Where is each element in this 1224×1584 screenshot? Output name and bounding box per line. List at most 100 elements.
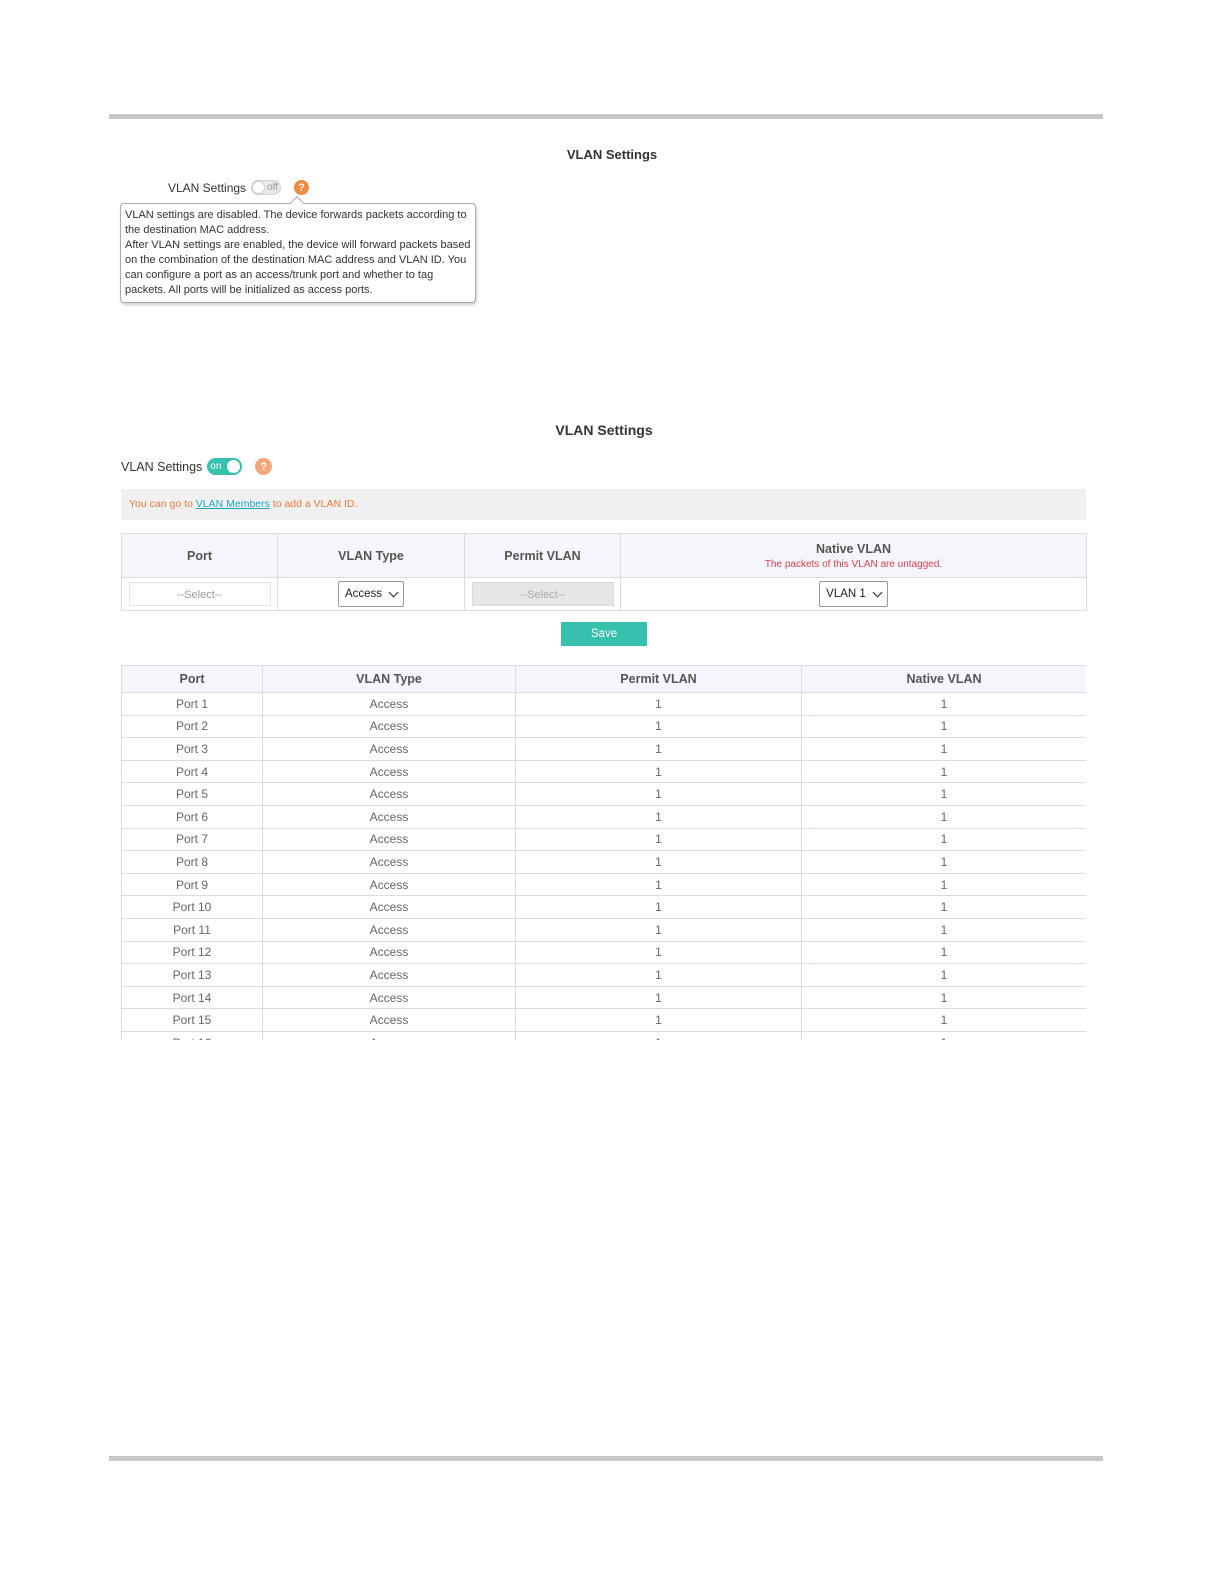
table-row: Port 11 Access 1 1	[121, 917, 1086, 942]
toggle-state-text: off	[267, 182, 279, 193]
config-input-row: --Select-- Access --Select-- VLAN 1	[121, 577, 1087, 611]
cell-permit-vlan: 1	[515, 759, 802, 784]
cell-vlan-type: Access	[262, 759, 516, 784]
notice-suffix: to add a VLAN ID.	[269, 498, 358, 510]
cell-permit-vlan: 1	[515, 1030, 802, 1040]
table-row: Port 7 Access 1 1	[121, 827, 1086, 852]
cell-vlan-type: Access	[262, 917, 516, 942]
help-icon[interactable]: ?	[294, 180, 310, 195]
vlan-type-dropdown[interactable]: Access	[337, 581, 405, 607]
cell-native-vlan: 1	[801, 714, 1086, 739]
cell-port: Port 13	[121, 963, 263, 987]
cell-port: Port 9	[121, 872, 263, 897]
list-body: Port 1 Access 1 1 Port 2 Access 1 1 Port 3 Access…	[121, 692, 1086, 1040]
tooltip-line-1: VLAN settings are disabled. The device f…	[125, 209, 467, 236]
cell-port: Port 7	[121, 827, 263, 852]
cell-permit-vlan: 1	[515, 714, 802, 739]
table-row: Port 14 Access 1 1	[121, 985, 1086, 1010]
port-select[interactable]: --Select--	[128, 582, 271, 606]
list-header-vlan-type: VLAN Type	[262, 665, 516, 693]
vlan-type-value: Access	[344, 588, 383, 600]
cell-native-vlan: 1	[801, 872, 1086, 897]
cell-port: Port 6	[121, 804, 263, 829]
port-vlan-list-viewport[interactable]: Port VLAN Type Permit VLAN Native VLAN P…	[121, 665, 1086, 1040]
vlan-settings-label: VLAN Settings	[168, 180, 247, 195]
port-cell: --Select--	[121, 577, 278, 611]
cell-vlan-type: Access	[262, 737, 516, 761]
config-header-permit-vlan: Permit VLAN	[464, 533, 621, 578]
cell-native-vlan: 1	[801, 737, 1086, 761]
top-rule	[109, 114, 1103, 119]
bottom-rule	[109, 1456, 1103, 1461]
vlan-settings-toggle-on[interactable]: on	[207, 458, 243, 475]
config-header-vlan-type: VLAN Type	[277, 533, 465, 578]
chevron-down-icon	[872, 587, 883, 598]
cell-permit-vlan: 1	[515, 917, 802, 942]
cell-port: Port 1	[121, 692, 263, 716]
cell-permit-vlan: 1	[515, 940, 802, 965]
cell-permit-vlan: 1	[515, 1008, 802, 1032]
tooltip-line-2: After VLAN settings are enabled, the dev…	[125, 239, 471, 296]
cell-port: Port 15	[121, 1008, 263, 1032]
cell-native-vlan: 1	[801, 692, 1086, 716]
cell-permit-vlan: 1	[515, 895, 802, 919]
cell-native-vlan: 1	[801, 917, 1086, 942]
table-row: Port 3 Access 1 1	[121, 737, 1086, 761]
port-vlan-list-table: Port VLAN Type Permit VLAN Native VLAN P…	[121, 665, 1086, 1040]
config-header-row: Port VLAN Type Permit VLAN Native VLAN T…	[121, 533, 1087, 578]
help-icon[interactable]: ?	[255, 458, 273, 475]
cell-port: Port 2	[121, 714, 263, 739]
cell-vlan-type: Access	[262, 1030, 516, 1040]
table-row: Port 8 Access 1 1	[121, 850, 1086, 874]
table-row: Port 10 Access 1 1	[121, 895, 1086, 919]
cell-vlan-type: Access	[262, 1008, 516, 1032]
cell-permit-vlan: 1	[515, 737, 802, 761]
cell-port: Port 3	[121, 737, 263, 761]
cell-permit-vlan: 1	[515, 850, 802, 874]
section2-title: VLAN Settings	[555, 422, 653, 438]
cell-permit-vlan: 1	[515, 692, 802, 716]
table-row: Port 6 Access 1 1	[121, 804, 1086, 829]
vlan-settings-toggle-off[interactable]: off	[251, 180, 282, 195]
cell-native-vlan: 1	[801, 759, 1086, 784]
cell-native-vlan: 1	[801, 895, 1086, 919]
native-vlan-cell: VLAN 1	[620, 577, 1087, 611]
cell-port: Port 10	[121, 895, 263, 919]
list-header-row: Port VLAN Type Permit VLAN Native VLAN	[121, 665, 1086, 693]
cell-vlan-type: Access	[262, 850, 516, 874]
toggle-state-text: on	[210, 461, 222, 472]
cell-permit-vlan: 1	[515, 782, 802, 806]
save-button[interactable]: Save	[561, 622, 647, 646]
cell-permit-vlan: 1	[515, 827, 802, 852]
permit-vlan-cell: --Select--	[464, 577, 621, 611]
table-row: Port 1 Access 1 1	[121, 692, 1086, 716]
cell-permit-vlan: 1	[515, 804, 802, 829]
cell-vlan-type: Access	[262, 985, 516, 1010]
vlan-members-link[interactable]: VLAN Members	[196, 498, 270, 510]
table-row: Port 2 Access 1 1	[121, 714, 1086, 739]
cell-vlan-type: Access	[262, 804, 516, 829]
toggle-knob	[227, 460, 241, 473]
cell-port: Port 4	[121, 759, 263, 784]
cell-port: Port 14	[121, 985, 263, 1010]
list-header-native-vlan: Native VLAN	[801, 665, 1086, 693]
vlan-settings-label: VLAN Settings	[121, 459, 203, 474]
cell-vlan-type: Access	[262, 940, 516, 965]
vlan-type-cell: Access	[277, 577, 465, 611]
table-row: Port 4 Access 1 1	[121, 759, 1086, 784]
cell-native-vlan: 1	[801, 850, 1086, 874]
toggle-knob	[253, 182, 265, 193]
cell-port: Port 16	[121, 1030, 263, 1040]
native-vlan-dropdown[interactable]: VLAN 1	[819, 581, 888, 607]
section2-setting-row: VLAN Settings on ?	[121, 458, 273, 475]
permit-vlan-select: --Select--	[471, 582, 614, 606]
native-vlan-untagged-note: The packets of this VLAN are untagged.	[764, 558, 943, 570]
section1-title: VLAN Settings	[566, 147, 658, 162]
cell-vlan-type: Access	[262, 692, 516, 716]
cell-vlan-type: Access	[262, 714, 516, 739]
cell-vlan-type: Access	[262, 782, 516, 806]
cell-vlan-type: Access	[262, 963, 516, 987]
table-row: Port 15 Access 1 1	[121, 1008, 1086, 1032]
list-header-port: Port	[121, 665, 263, 693]
native-vlan-header-label: Native VLAN	[815, 541, 892, 556]
